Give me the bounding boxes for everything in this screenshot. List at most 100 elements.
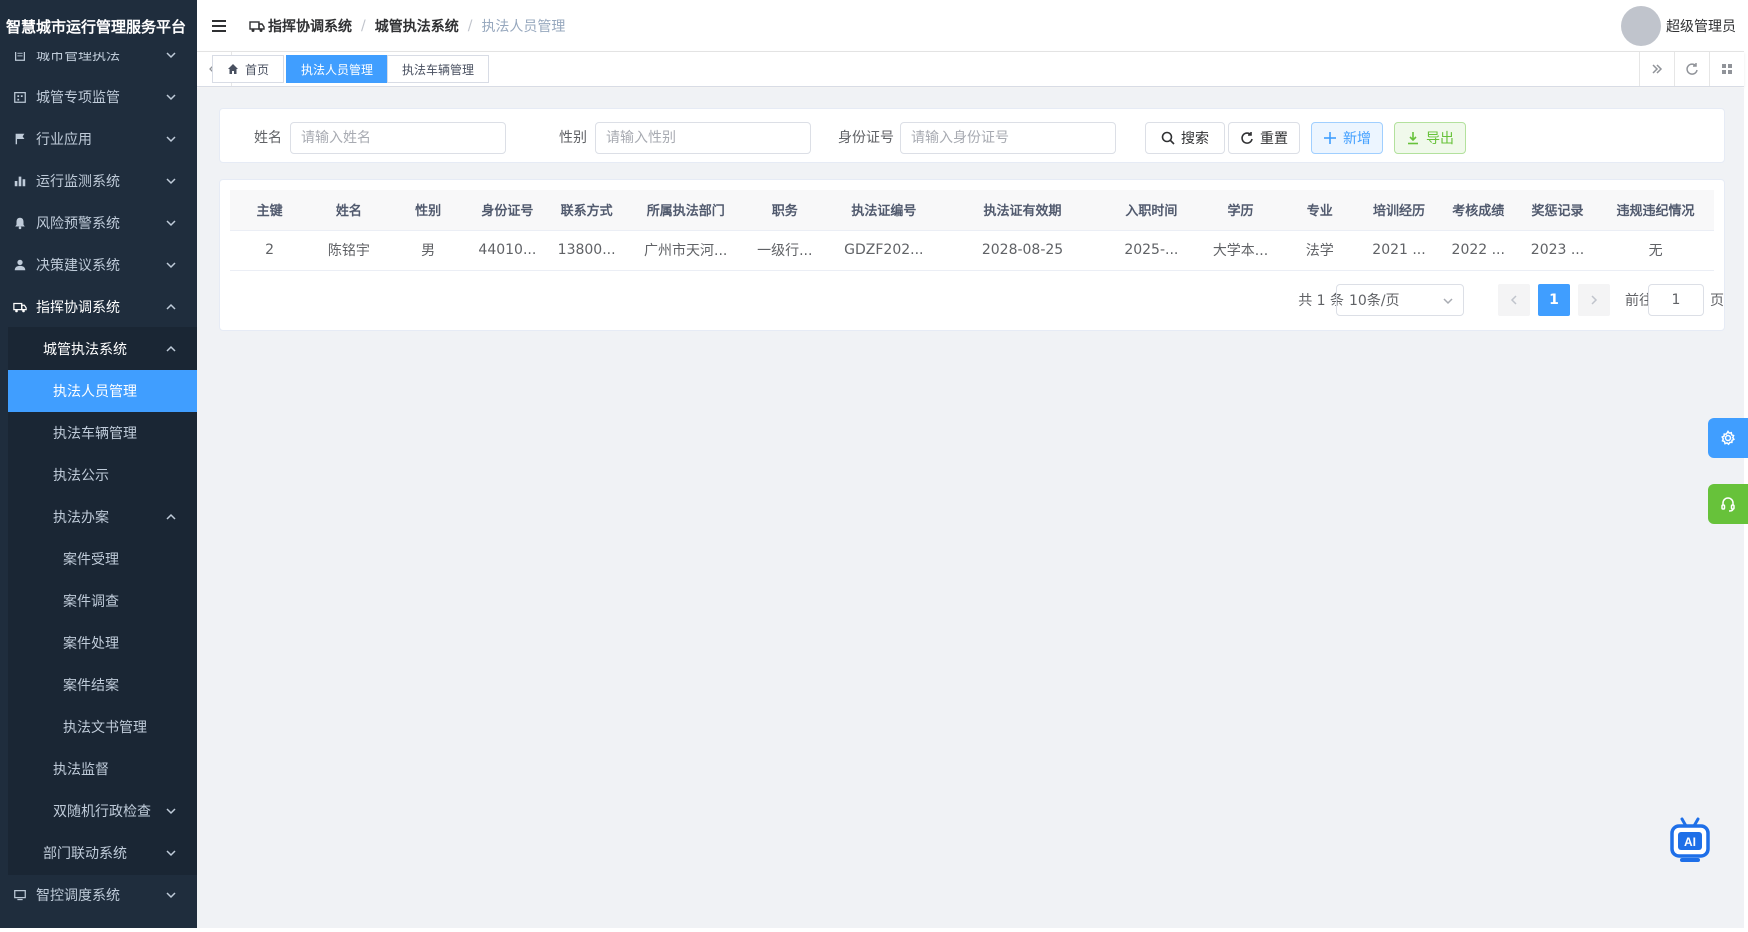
table-cell: 2 bbox=[230, 230, 310, 271]
page-number-current[interactable]: 1 bbox=[1538, 284, 1570, 316]
sidebar-item-case-close[interactable]: 案件结案 bbox=[8, 664, 197, 706]
search-button[interactable]: 搜索 bbox=[1145, 122, 1225, 154]
column-header: 违规违纪情况 bbox=[1597, 190, 1714, 231]
column-header: 培训经历 bbox=[1359, 190, 1439, 231]
tag-vehicles[interactable]: 执法车辆管理 bbox=[387, 55, 490, 83]
sidebar-item-monitoring[interactable]: 运行监测系统 bbox=[0, 160, 197, 202]
refresh-button[interactable] bbox=[1674, 52, 1709, 86]
sidebar-item-supervision[interactable]: 执法监督 bbox=[8, 748, 197, 790]
export-button[interactable]: 导出 bbox=[1394, 122, 1466, 154]
goto-page-input[interactable] bbox=[1648, 284, 1704, 316]
grid-icon bbox=[1722, 64, 1732, 74]
personnel-table: 主键 姓名 性别 身份证号 联系方式 所属执法部门 职务 执法证编号 执法证有效… bbox=[230, 190, 1714, 271]
tag-label: 执法车辆管理 bbox=[402, 62, 475, 77]
user-name[interactable]: 超级管理员 bbox=[1666, 16, 1736, 36]
support-float-button[interactable] bbox=[1708, 484, 1748, 524]
sidebar-item-cases[interactable]: 执法办案 bbox=[8, 496, 197, 538]
main-content: 姓名 性别 身份证号 搜索 重置 新增 导出 bbox=[197, 88, 1744, 928]
tag-home[interactable]: 首页 bbox=[212, 55, 285, 83]
svg-text:AI: AI bbox=[1684, 835, 1696, 849]
sidebar-item-label: 案件受理 bbox=[63, 552, 119, 568]
chevron-down-icon bbox=[165, 133, 177, 145]
name-input[interactable] bbox=[290, 122, 506, 154]
column-header: 性别 bbox=[388, 190, 468, 231]
sidebar-item-vehicles[interactable]: 执法车辆管理 bbox=[8, 412, 197, 454]
export-button-label: 导出 bbox=[1426, 131, 1454, 147]
column-header: 身份证号 bbox=[467, 190, 547, 231]
page-size-select[interactable]: 10条/页 bbox=[1336, 284, 1464, 316]
next-page-button[interactable] bbox=[1578, 284, 1610, 316]
sidebar-item-label: 风险预警系统 bbox=[36, 216, 120, 232]
id-input[interactable] bbox=[900, 122, 1116, 154]
column-header: 联系方式 bbox=[547, 190, 627, 231]
sidebar-item-publicity[interactable]: 执法公示 bbox=[8, 454, 197, 496]
tags-scroll-right-button[interactable] bbox=[1639, 52, 1674, 86]
column-header: 职务 bbox=[745, 190, 825, 231]
sidebar-item-dispatch[interactable]: 智控调度系统 bbox=[0, 874, 197, 916]
settings-float-button[interactable] bbox=[1708, 418, 1748, 458]
refresh-icon bbox=[1686, 63, 1698, 75]
gender-input[interactable] bbox=[595, 122, 811, 154]
sidebar-item-label: 运行监测系统 bbox=[36, 174, 120, 190]
breadcrumb-item[interactable]: 指挥协调系统 bbox=[268, 16, 352, 36]
table-cell: 13800... bbox=[547, 230, 627, 271]
column-header: 专业 bbox=[1280, 190, 1360, 231]
home-icon bbox=[228, 64, 238, 74]
gear-icon bbox=[1721, 430, 1735, 446]
prev-page-button[interactable] bbox=[1498, 284, 1530, 316]
avatar[interactable] bbox=[1621, 6, 1661, 46]
truck-icon bbox=[12, 299, 28, 315]
sidebar-item-industry[interactable]: 行业应用 bbox=[0, 118, 197, 160]
hamburger-icon[interactable] bbox=[209, 16, 229, 36]
sidebar-item-city-enforcement[interactable]: 城管执法系统 bbox=[8, 328, 197, 370]
sidebar-item-case-accept[interactable]: 案件受理 bbox=[8, 538, 197, 580]
sidebar-item-personnel[interactable]: 执法人员管理 bbox=[8, 370, 197, 412]
table-cell: 2022 ... bbox=[1438, 230, 1518, 271]
tags-menu-button[interactable] bbox=[1709, 52, 1744, 86]
add-button[interactable]: 新增 bbox=[1311, 122, 1383, 154]
page-unit-label: 页 bbox=[1710, 293, 1724, 309]
table-row[interactable]: 2 陈铭宇 男 44010... 13800... 广州市天河... 一级行..… bbox=[230, 230, 1714, 271]
column-header: 执法证编号 bbox=[824, 190, 944, 231]
add-button-label: 新增 bbox=[1343, 131, 1371, 147]
sidebar-item-label: 执法文书管理 bbox=[63, 720, 147, 736]
sidebar-item-label: 双随机行政检查 bbox=[53, 804, 151, 820]
chevron-down-icon bbox=[165, 889, 177, 901]
breadcrumb-item[interactable]: 城管执法系统 bbox=[375, 16, 459, 36]
sidebar-item-command[interactable]: 指挥协调系统 bbox=[0, 286, 197, 328]
sidebar-item-label: 指挥协调系统 bbox=[36, 300, 120, 316]
sidebar-item-case-handle[interactable]: 案件处理 bbox=[8, 622, 197, 664]
sidebar-item-label: 决策建议系统 bbox=[36, 258, 120, 274]
column-header: 入职时间 bbox=[1101, 190, 1201, 231]
column-header: 姓名 bbox=[309, 190, 389, 231]
sidebar-item-case-investigate[interactable]: 案件调查 bbox=[8, 580, 197, 622]
tag-personnel[interactable]: 执法人员管理 bbox=[286, 55, 389, 83]
double-chevron-right-icon bbox=[1652, 64, 1663, 74]
app-title: 智慧城市运行管理服务平台 bbox=[0, 0, 197, 52]
sidebar-item-label: 执法办案 bbox=[53, 510, 109, 526]
column-header: 主键 bbox=[230, 190, 310, 231]
sidebar-item-random-inspection[interactable]: 双随机行政检查 bbox=[8, 790, 197, 832]
id-label: 身份证号 bbox=[838, 129, 894, 146]
download-icon bbox=[1408, 132, 1418, 145]
plus-icon bbox=[1324, 132, 1336, 144]
table-cell: 2023 ... bbox=[1517, 230, 1598, 271]
table-cell: 法学 bbox=[1280, 230, 1360, 271]
building-icon bbox=[12, 89, 28, 105]
chevron-down-icon bbox=[165, 259, 177, 271]
ai-assistant-button[interactable]: AI bbox=[1668, 815, 1712, 867]
sidebar-item-special-supervision[interactable]: 城管专项监管 bbox=[0, 76, 197, 118]
sidebar-item-documents[interactable]: 执法文书管理 bbox=[8, 706, 197, 748]
sidebar-item-decision[interactable]: 决策建议系统 bbox=[0, 244, 197, 286]
ai-robot-icon: AI bbox=[1670, 817, 1710, 862]
sidebar-item-label: 执法公示 bbox=[53, 468, 109, 484]
sidebar-item-label: 城管专项监管 bbox=[36, 90, 120, 106]
monitor-icon bbox=[12, 887, 28, 903]
sidebar-item-risk-warning[interactable]: 风险预警系统 bbox=[0, 202, 197, 244]
chevron-down-icon bbox=[165, 217, 177, 229]
sidebar-item-department-linkage[interactable]: 部门联动系统 bbox=[8, 832, 197, 874]
breadcrumb-separator: / bbox=[361, 17, 366, 34]
breadcrumb-separator: / bbox=[467, 17, 473, 34]
reset-button[interactable]: 重置 bbox=[1228, 122, 1300, 154]
user-menu[interactable]: 超级管理员 bbox=[1621, 6, 1736, 46]
